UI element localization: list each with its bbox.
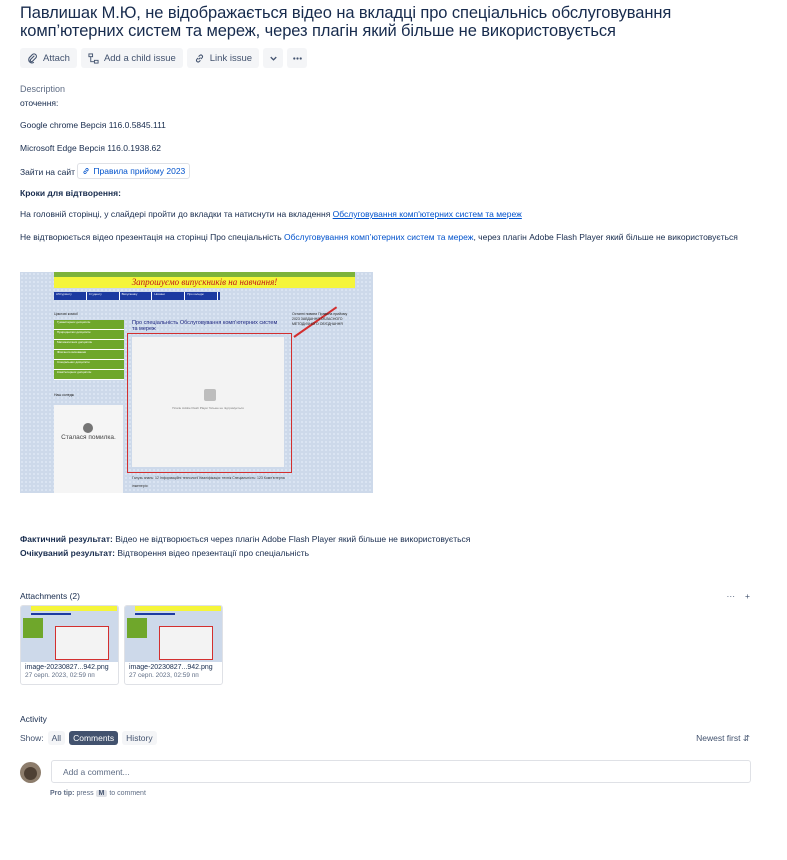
site-prefix: Зайти на сайт <box>20 167 76 177</box>
attachment-name: image-20230827...942.png <box>129 664 213 671</box>
chrome-version: Google chrome Версія 116.0.5845.111 <box>20 120 166 130</box>
results-block: Фактичний результат: Відео не відтворюєт… <box>20 533 470 559</box>
issue-toolbar: Attach Add a child issue Link issue <box>20 48 760 68</box>
avatar <box>20 762 41 783</box>
step-1-text: На головній сторінці, у слайдері пройти … <box>20 209 331 219</box>
puzzle-icon <box>204 389 216 401</box>
site-side-item: Спеціальних дисциплін <box>54 360 124 370</box>
issue-view: Павлишак М.Ю, не відображається відео на… <box>20 0 760 797</box>
steps-heading: Кроки для відтворення: <box>20 188 121 198</box>
site-chip-label: Правила прийому 2023 <box>93 166 186 176</box>
site-nav-item: Про коледж <box>187 292 218 300</box>
sort-label: Newest first <box>696 732 741 743</box>
protip-label: Pro tip: <box>50 790 75 797</box>
plugin-text: Плагін Adobe Flash Player більше не підт… <box>172 406 244 410</box>
protip-tail: to comment <box>109 790 146 797</box>
protip-key: M <box>95 790 108 797</box>
issue-title[interactable]: Павлишак М.Ю, не відображається відео на… <box>20 4 760 40</box>
actual-label: Фактичний результат: <box>20 534 113 544</box>
comment-input[interactable]: Add a comment... <box>51 760 751 783</box>
site-side-item: Природничих дисциплін <box>54 330 124 340</box>
filter-history[interactable]: History <box>122 731 157 745</box>
site-side-item: Фізичного виховання <box>54 350 124 360</box>
alert-icon <box>83 423 93 433</box>
attachment-preview <box>21 606 118 662</box>
step-2: Не відтворюється відео презентація на ст… <box>20 231 760 243</box>
link-issue-label: Link issue <box>209 52 253 64</box>
show-label: Show: <box>20 733 44 743</box>
site-error-box <box>54 405 123 493</box>
site-side-item: Математичних дисциплін <box>54 340 124 350</box>
sort-toggle[interactable]: Newest first ⇵ <box>696 733 750 744</box>
step-2-tail: , через плагін Adobe Flash Player який б… <box>473 232 738 242</box>
expected-text: Відтворення відео презентації про спеціа… <box>115 548 310 558</box>
link-icon <box>195 54 203 62</box>
more-actions-button[interactable] <box>287 48 308 68</box>
attachments-title: Attachments (2) <box>20 591 80 601</box>
edge-version: Microsoft Edge Версія 116.0.1938.62 <box>20 143 162 153</box>
link-issue-dropdown-button[interactable] <box>263 48 284 68</box>
step-2-link[interactable]: Обслуговування комп’ютерних систем та ме… <box>284 232 473 242</box>
site-smart-link[interactable]: Правила прийому 2023 <box>77 163 191 179</box>
attachment-date: 27 серп. 2023, 02:59 пп <box>25 672 95 679</box>
site-nav-item: Випускнику <box>122 292 153 300</box>
site-side-item: Гуманітарних дисциплін <box>54 320 124 330</box>
more-icon[interactable]: ··· <box>727 591 736 601</box>
hierarchy-icon <box>88 52 99 64</box>
site-side-menu: Гуманітарних дисциплін Природничих дисци… <box>54 320 124 380</box>
attachment-name: image-20230827...942.png <box>25 664 109 671</box>
attachment-card[interactable]: image-20230827...942.png 27 серп. 2023, … <box>20 605 119 685</box>
site-nav-item: Новини <box>154 292 186 300</box>
site-bottom-text: Галузь знань: 12 Інформаційні технології… <box>132 476 285 488</box>
activity-heading: Activity <box>20 714 47 724</box>
expected-result: Очікуваний результат: Відтворення відео … <box>20 547 470 559</box>
chevron-down-icon <box>269 56 277 61</box>
link-issue-button[interactable]: Link issue <box>186 48 260 68</box>
more-icon <box>292 56 302 60</box>
attach-button[interactable]: Attach <box>20 48 77 68</box>
plugin-placeholder <box>132 337 284 467</box>
filter-all[interactable]: All <box>47 731 66 745</box>
protip-press: press <box>76 790 94 797</box>
add-child-label: Add a child issue <box>103 52 176 64</box>
site-page-title: Про спеціальність Обслуговування комп’ют… <box>132 320 278 332</box>
actual-text: Відео не відтворюється через плагін Adob… <box>112 534 471 544</box>
site-side-item: Комп'ютерних дисциплін <box>54 370 124 380</box>
pro-tip: Pro tip: press M to comment <box>50 790 146 797</box>
attachment-card[interactable]: image-20230827...942.png 27 серп. 2023, … <box>124 605 223 685</box>
expected-label: Очікуваний результат: <box>20 548 115 558</box>
filter-comments[interactable]: Comments <box>69 731 119 745</box>
attachment-date: 27 серп. 2023, 02:59 пп <box>129 672 199 679</box>
embedded-screenshot[interactable]: Запрошуємо випускників на навчання! Абіт… <box>20 272 373 493</box>
site-line: Зайти на сайт Правила прийому 2023 <box>20 163 760 179</box>
attach-label: Attach <box>43 52 70 64</box>
site-side-title: Циклові комісії <box>54 312 78 316</box>
paperclip-icon <box>28 52 37 63</box>
step-2-text: Не відтворюється відео презентація на ст… <box>20 232 282 242</box>
attachments-list: image-20230827...942.png 27 серп. 2023, … <box>20 605 223 685</box>
step-1-link[interactable]: Обслуговування комп'ютерних систем та ме… <box>333 209 522 219</box>
env-text: оточення: <box>20 98 59 108</box>
add-child-issue-button[interactable]: Add a child issue <box>80 48 183 68</box>
sort-icon: ⇵ <box>742 732 750 743</box>
site-nav: Абітурієнту Студенту Випускнику Новини П… <box>54 292 220 300</box>
description-heading: Description <box>20 84 66 94</box>
comment-placeholder: Add a comment... <box>63 766 130 777</box>
plus-icon[interactable]: + <box>745 591 750 601</box>
link-icon <box>83 168 89 174</box>
step-1: На головній сторінці, у слайдері пройти … <box>20 208 760 220</box>
site-right-column: Останні новини Правила прийому 2023 ЗАВД… <box>292 312 348 326</box>
site-nav-item: Абітурієнту <box>56 292 87 300</box>
site-banner: Запрошуємо випускників на навчання! <box>54 277 355 288</box>
activity-filter-bar: Show: All Comments History Newest first … <box>20 731 750 745</box>
site-error-title: Сталася помилка. <box>61 434 116 441</box>
site-nav-item: Студенту <box>89 292 120 300</box>
site-err-label: Наш коледж <box>54 393 74 397</box>
attachment-preview <box>125 606 222 662</box>
attachments-header: Attachments (2) ··· + <box>20 591 750 601</box>
actual-result: Фактичний результат: Відео не відтворюєт… <box>20 533 470 545</box>
